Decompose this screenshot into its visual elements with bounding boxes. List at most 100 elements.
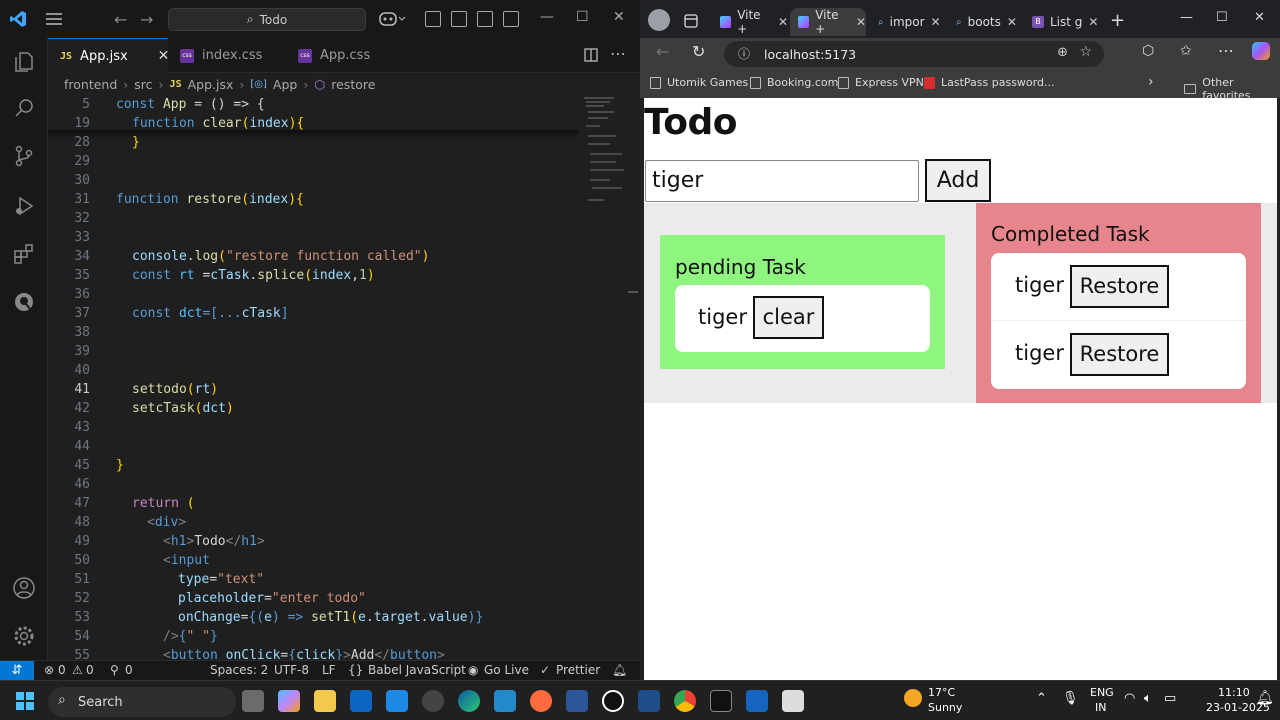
breadcrumb-item[interactable]: App <box>273 77 297 92</box>
chevron-up-icon[interactable]: ⌃ <box>1036 691 1047 706</box>
error-icon[interactable]: ⊗ <box>44 663 54 677</box>
more-menu-icon[interactable]: ⋯ <box>1218 41 1234 60</box>
explorer-icon[interactable] <box>12 50 36 74</box>
encoding-status[interactable]: UTF-8 <box>274 663 309 677</box>
bookmark-item[interactable]: LastPass password... <box>924 76 1054 89</box>
bookmark-item[interactable]: Express VPN <box>838 76 924 89</box>
source-control-icon[interactable] <box>12 144 36 168</box>
code-editor[interactable]: 5 const App = () => { 19 function clear(in… <box>48 95 640 660</box>
bookmark-item[interactable]: Booking.com <box>750 76 838 89</box>
windows-start-icon[interactable] <box>16 692 34 710</box>
close-window-icon[interactable]: ✕ <box>1254 10 1265 25</box>
close-tab-icon[interactable]: ✕ <box>778 15 788 29</box>
chevron-right-icon[interactable]: › <box>1148 74 1154 90</box>
site-info-icon[interactable]: ⓘ <box>738 45 750 62</box>
add-button[interactable]: Add <box>925 159 991 202</box>
mail-icon[interactable] <box>386 690 408 712</box>
clear-button[interactable]: clear <box>753 296 824 339</box>
dropbox-icon[interactable] <box>350 690 372 712</box>
language-mode-status[interactable]: Babel JavaScript <box>368 663 466 677</box>
tab-app-css[interactable]: css App.css <box>286 38 404 73</box>
new-tab-icon[interactable]: + <box>1110 10 1125 31</box>
obs-icon[interactable] <box>422 690 444 712</box>
clock-time[interactable]: 11:10 <box>1218 686 1250 699</box>
toggle-panel-icon[interactable] <box>477 11 493 27</box>
browser-tab[interactable]: ⌕ boots ✕ <box>948 8 1024 36</box>
bookmark-item[interactable]: Utomik Games <box>650 76 748 89</box>
copilot-icon[interactable] <box>378 10 406 28</box>
app-icon[interactable] <box>782 690 804 712</box>
battery-icon[interactable]: ▭ <box>1164 691 1176 706</box>
remote-explorer-icon[interactable] <box>12 290 36 314</box>
scrollbar-marker[interactable] <box>628 291 638 293</box>
extensions-icon[interactable]: ⬡ <box>1142 43 1154 59</box>
accounts-icon[interactable] <box>12 576 36 600</box>
minimap[interactable] <box>582 95 638 215</box>
word-icon[interactable] <box>566 690 588 712</box>
search-icon[interactable] <box>12 96 36 120</box>
close-tab-icon[interactable]: ✕ <box>1088 15 1098 29</box>
maximize-icon[interactable]: ☐ <box>576 9 589 25</box>
copilot-icon[interactable] <box>1252 42 1270 60</box>
menu-icon[interactable] <box>44 10 64 28</box>
close-tab-icon[interactable]: ✕ <box>856 15 866 29</box>
extensions-icon[interactable] <box>12 242 36 266</box>
breadcrumb-item[interactable]: frontend <box>64 77 117 92</box>
favorite-star-icon[interactable]: ☆ <box>1079 44 1092 60</box>
refresh-icon[interactable]: ↻ <box>692 42 705 61</box>
notifications-bell-icon[interactable]: 🔔︎ <box>612 663 627 677</box>
go-live-button[interactable]: Go Live <box>484 663 529 677</box>
back-arrow-icon[interactable]: ← <box>656 42 669 61</box>
minimize-icon[interactable]: — <box>540 9 554 25</box>
close-tab-icon[interactable]: ✕ <box>1007 15 1017 29</box>
browser-tab[interactable]: Vite + ✕ <box>712 8 788 36</box>
tab-index-css[interactable]: css index.css <box>168 38 286 73</box>
app-icon[interactable] <box>746 690 768 712</box>
chrome-icon[interactable] <box>674 690 696 712</box>
url-field[interactable]: ⓘ localhost:5173 ⊕ ☆ <box>724 41 1104 67</box>
weather-temp[interactable]: 17°C <box>928 686 955 699</box>
volume-icon[interactable]: 🔈︎ <box>1144 691 1152 706</box>
language-region[interactable]: IN <box>1095 701 1106 714</box>
profile-avatar[interactable] <box>648 9 670 31</box>
weather-sun-icon[interactable] <box>904 689 922 707</box>
file-explorer-icon[interactable] <box>314 690 336 712</box>
vscode-taskbar-icon[interactable] <box>494 690 516 712</box>
back-arrow-icon[interactable]: ← <box>114 10 127 29</box>
toggle-sidebar-icon[interactable] <box>451 11 467 27</box>
browser-tab[interactable]: ⌕ impor ✕ <box>870 8 946 36</box>
restore-button[interactable]: Restore <box>1070 333 1169 376</box>
tab-app-jsx[interactable]: JS App.jsx ✕ <box>48 38 169 73</box>
weather-desc[interactable]: Sunny <box>928 701 962 714</box>
postman-icon[interactable] <box>530 690 552 712</box>
indentation-status[interactable]: Spaces: 2 <box>210 663 268 677</box>
taskbar-search[interactable]: ⌕ Search <box>48 687 236 717</box>
more-actions-icon[interactable]: ⋯ <box>610 44 626 63</box>
breadcrumb-item[interactable]: App.jsx <box>188 77 234 92</box>
todo-input[interactable]: tiger <box>645 160 919 202</box>
error-count[interactable]: 0 <box>58 663 66 677</box>
run-debug-icon[interactable] <box>12 194 36 218</box>
settings-gear-icon[interactable] <box>12 624 36 648</box>
layout-customize-icon[interactable] <box>425 11 441 27</box>
eol-status[interactable]: LF <box>322 663 336 677</box>
breadcrumb-item[interactable]: src <box>134 77 152 92</box>
close-window-icon[interactable]: ✕ <box>613 9 625 25</box>
close-tab-icon[interactable]: ✕ <box>931 15 941 29</box>
edge-browser-icon[interactable] <box>458 690 480 712</box>
favorites-icon[interactable]: ✩ <box>1180 43 1192 59</box>
browser-tab[interactable]: B List g ✕ <box>1024 8 1100 36</box>
wifi-icon[interactable]: ◠ <box>1124 691 1135 706</box>
restore-button[interactable]: Restore <box>1070 265 1169 308</box>
warning-icon[interactable]: ⚠ <box>72 663 83 677</box>
task-view-icon[interactable] <box>242 690 264 712</box>
split-editor-icon[interactable] <box>584 48 598 62</box>
toggle-secondary-sidebar-icon[interactable] <box>503 11 519 27</box>
terminal-icon[interactable] <box>710 690 732 712</box>
minimize-icon[interactable]: — <box>1180 10 1193 25</box>
microphone-icon[interactable]: 🎙︎ <box>1062 691 1079 706</box>
command-center-search[interactable]: ⌕ Todo <box>168 8 366 31</box>
remote-indicator-icon[interactable]: ⇵ <box>0 661 34 681</box>
ports-icon[interactable]: ⚲ <box>110 663 119 677</box>
maximize-icon[interactable]: ☐ <box>1216 10 1228 25</box>
